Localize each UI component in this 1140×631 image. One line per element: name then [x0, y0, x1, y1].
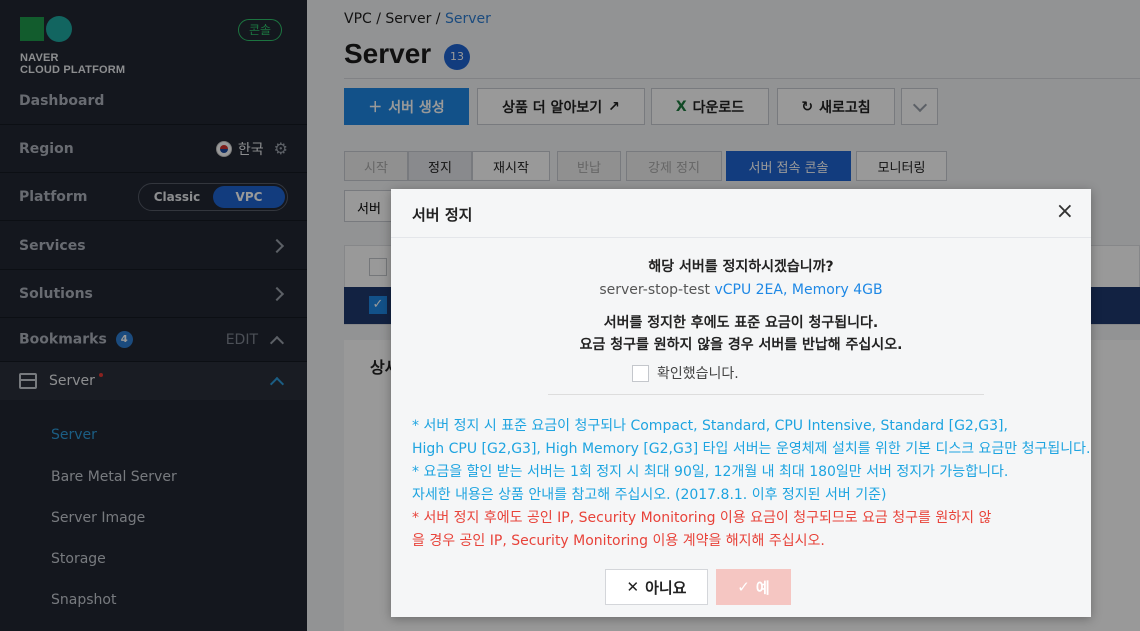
- server-spec: vCPU 2EA, Memory 4GB: [714, 282, 883, 298]
- note-red-1: * 서버 정지 후에도 공인 IP, Security Monitoring 이…: [412, 510, 992, 526]
- warning-line-1: 서버를 정지한 후에도 표준 요금이 청구됩니다.: [603, 315, 879, 331]
- dialog-title: 서버 정지: [412, 206, 473, 224]
- confirm-checkbox[interactable]: [632, 364, 649, 382]
- note-blue-4: 자세한 내용은 상품 안내를 참고해 주십시오. (2017.8.1. 이후 정…: [412, 487, 887, 503]
- check-icon: ✓: [737, 578, 750, 596]
- divider: [548, 394, 984, 395]
- note-blue-1: * 서버 정지 시 표준 요금이 청구되나 Compact, Standard,…: [412, 418, 1008, 434]
- close-icon[interactable]: ×: [1056, 201, 1074, 223]
- server-name: server-stop-test: [599, 282, 710, 298]
- yes-label: 예: [755, 578, 770, 597]
- note-blue-2: High CPU [G2,G3], High Memory [G2,G3] 타입…: [412, 441, 1091, 457]
- dialog-header: 서버 정지 ×: [391, 189, 1091, 238]
- note-blue-3: * 요금을 할인 받는 서버는 1회 정지 시 최대 90일, 12개월 내 최…: [412, 464, 1009, 480]
- yes-button[interactable]: ✓ 예: [716, 569, 791, 605]
- confirm-checkbox-row[interactable]: 확인했습니다.: [632, 363, 739, 383]
- no-button[interactable]: ✕ 아니요: [605, 569, 708, 605]
- close-icon: ✕: [626, 578, 640, 596]
- server-info: server-stop-test vCPU 2EA, Memory 4GB: [391, 282, 1091, 298]
- stop-server-dialog: 서버 정지 × 해당 서버를 정지하시겠습니까? server-stop-tes…: [391, 189, 1091, 617]
- dialog-body: 해당 서버를 정지하시겠습니까? server-stop-test vCPU 2…: [391, 238, 1091, 617]
- stop-question: 해당 서버를 정지하시겠습니까?: [648, 259, 834, 275]
- no-label: 아니요: [645, 578, 687, 597]
- confirm-label: 확인했습니다.: [657, 366, 739, 382]
- warning-line-2: 요금 청구를 원하지 않을 경우 서버를 반납해 주십시오.: [579, 337, 903, 353]
- note-red-2: 을 경우 공인 IP, Security Monitoring 이용 계약을 해…: [412, 533, 825, 549]
